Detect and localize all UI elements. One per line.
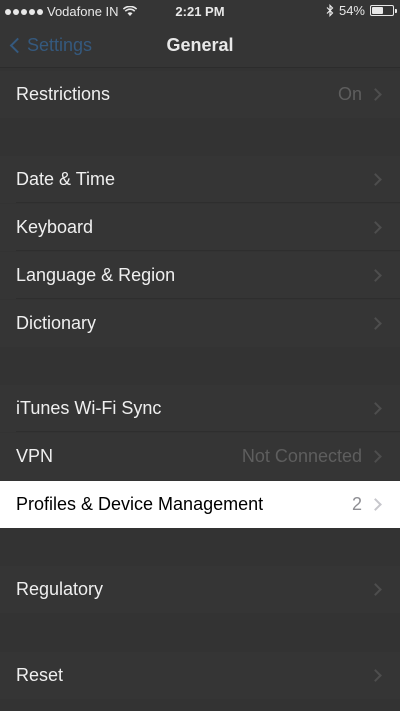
- row-divider: [16, 250, 400, 251]
- status-bar: Vodafone IN 2:21 PM 54%: [0, 0, 400, 22]
- chevron-right-icon: [369, 450, 382, 463]
- row-label: VPN: [16, 446, 54, 466]
- chevron-right-icon: [369, 221, 382, 234]
- vpn-row[interactable]: VPN Not Connected: [0, 433, 400, 480]
- regulatory-row[interactable]: Regulatory: [0, 566, 400, 613]
- profiles-device-management-row[interactable]: Profiles & Device Management 2: [0, 481, 400, 528]
- battery-fill: [372, 7, 383, 14]
- status-right-group: 54%: [326, 3, 397, 18]
- language-region-row[interactable]: Language & Region: [0, 252, 400, 299]
- row-label: Profiles & Device Management: [16, 494, 264, 514]
- row-divider: [16, 202, 400, 203]
- row-divider: [16, 298, 400, 299]
- row-label: Keyboard: [16, 217, 94, 237]
- row-value: On: [337, 84, 362, 104]
- row-label: iTunes Wi-Fi Sync: [16, 398, 162, 418]
- row-divider: [16, 431, 400, 432]
- chevron-right-icon: [369, 88, 382, 101]
- date-time-row[interactable]: Date & Time: [0, 156, 400, 203]
- chevron-right-icon: [369, 269, 382, 282]
- battery-icon: [370, 5, 397, 16]
- chevron-right-icon: [369, 317, 382, 330]
- row-label: Language & Region: [16, 265, 176, 285]
- bluetooth-icon: [326, 4, 334, 17]
- row-value: Not Connected: [241, 446, 362, 466]
- page-title: General: [166, 35, 234, 55]
- battery-percent: 54%: [338, 3, 365, 18]
- chevron-right-icon: [369, 669, 382, 682]
- reset-row[interactable]: Reset: [0, 652, 400, 699]
- row-label: Date & Time: [16, 169, 116, 189]
- dictionary-row[interactable]: Dictionary: [0, 300, 400, 347]
- row-value: 2: [351, 494, 362, 514]
- row-label: Restrictions: [16, 84, 111, 104]
- row-label: Regulatory: [16, 579, 104, 599]
- chevron-right-icon: [369, 583, 382, 596]
- keyboard-row[interactable]: Keyboard: [0, 204, 400, 251]
- chevron-right-icon: [369, 173, 382, 186]
- chevron-right-icon: [369, 498, 382, 511]
- row-label: Reset: [16, 665, 64, 685]
- row-label: Dictionary: [16, 313, 97, 333]
- itunes-wifi-sync-row[interactable]: iTunes Wi-Fi Sync: [0, 385, 400, 432]
- chevron-right-icon: [369, 402, 382, 415]
- navigation-bar: Settings General: [0, 22, 400, 68]
- restrictions-row[interactable]: Restrictions On: [0, 71, 400, 118]
